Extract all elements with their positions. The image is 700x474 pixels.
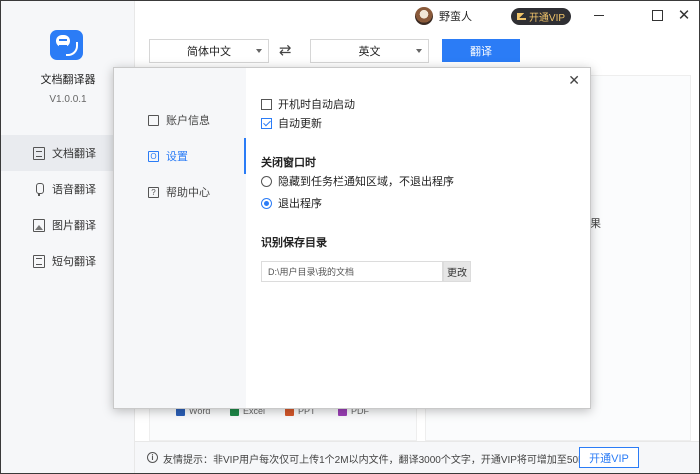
save-dir-input[interactable] <box>261 261 443 282</box>
maximize-button[interactable] <box>645 5 669 25</box>
info-icon: i <box>147 452 158 463</box>
tab-label: 账户信息 <box>166 115 210 127</box>
vip-upgrade-label: 开通VIP <box>528 13 566 24</box>
text-icon <box>33 254 45 268</box>
user-icon <box>148 114 159 126</box>
chevron-down-icon <box>416 49 422 53</box>
sidebar-item-label: 短句翻译 <box>52 256 96 268</box>
source-language-value: 简体中文 <box>187 46 231 58</box>
footer-vip-button[interactable]: 开通VIP <box>579 447 639 468</box>
radio-label: 退出程序 <box>278 198 322 210</box>
footer-bar: i 友情提示：非VIP用户每次仅可上传1个2M以内文件，翻译3000个文字，开通… <box>135 441 699 473</box>
auto-start-label: 开机时自动启动 <box>278 99 355 111</box>
vip-upgrade-button[interactable]: 开通VIP <box>511 8 571 25</box>
close-button[interactable]: ✕ <box>672 5 696 25</box>
auto-update-option[interactable]: 自动更新 <box>261 115 322 131</box>
auto-update-label: 自动更新 <box>278 118 322 130</box>
tab-account-info[interactable]: 账户信息 <box>114 102 246 138</box>
target-language-value: 英文 <box>358 46 381 58</box>
source-language-select[interactable]: 简体中文 <box>149 39 269 63</box>
help-icon: ? <box>148 186 159 198</box>
sidebar-item-label: 图片翻译 <box>52 220 96 232</box>
close-option-hide-to-tray[interactable]: 隐藏到任务栏通知区域，不退出程序 <box>261 173 454 189</box>
exit-program-radio[interactable] <box>261 197 272 209</box>
close-option-exit[interactable]: 退出程序 <box>261 195 322 211</box>
app-window: 文档翻译器 V1.0.0.1 文档翻译 语音翻译 图片翻译 短句翻译 野蛮人 开… <box>0 0 700 474</box>
save-dir-heading: 识别保存目录 <box>261 237 327 249</box>
change-dir-button[interactable]: 更改 <box>443 261 471 282</box>
footer-tip: 友情提示：非VIP用户每次仅可上传1个2M以内文件，翻译3000个文字，开通VI… <box>163 455 617 466</box>
tab-help-center[interactable]: ? 帮助中心 <box>114 174 246 210</box>
user-profile[interactable]: 野蛮人 <box>415 7 472 25</box>
hide-to-tray-radio[interactable] <box>261 175 272 187</box>
settings-icon: O <box>148 150 159 162</box>
auto-start-checkbox[interactable] <box>261 98 272 110</box>
crown-icon <box>516 13 526 20</box>
sidebar-item-label: 文档翻译 <box>52 148 96 160</box>
result-area-text: 果 <box>590 218 601 230</box>
close-window-heading: 关闭窗口时 <box>261 157 316 169</box>
settings-dialog: 账户信息 O 设置 ? 帮助中心 ✕ 开机时自动启动 自动更新 关闭窗口时 隐藏… <box>113 67 591 409</box>
swap-languages-icon[interactable]: ⇄ <box>279 41 292 59</box>
document-icon <box>33 146 45 160</box>
tab-settings[interactable]: O 设置 <box>114 138 246 174</box>
radio-label: 隐藏到任务栏通知区域，不退出程序 <box>278 176 454 188</box>
microphone-icon <box>33 182 45 196</box>
auto-update-checkbox[interactable] <box>261 117 272 129</box>
sidebar-item-label: 语音翻译 <box>52 184 96 196</box>
target-language-select[interactable]: 英文 <box>310 39 429 63</box>
tab-label: 设置 <box>166 151 188 163</box>
dialog-close-icon[interactable]: ✕ <box>568 72 580 89</box>
translate-button[interactable]: 翻译 <box>442 39 520 62</box>
tab-label: 帮助中心 <box>166 187 210 199</box>
app-logo-icon <box>50 30 83 60</box>
avatar <box>415 7 433 25</box>
image-icon <box>33 218 45 232</box>
settings-nav: 账户信息 O 设置 ? 帮助中心 <box>114 68 246 408</box>
username: 野蛮人 <box>439 11 472 23</box>
minimize-button[interactable] <box>587 5 611 25</box>
chevron-down-icon <box>256 49 262 53</box>
auto-start-option[interactable]: 开机时自动启动 <box>261 96 355 112</box>
